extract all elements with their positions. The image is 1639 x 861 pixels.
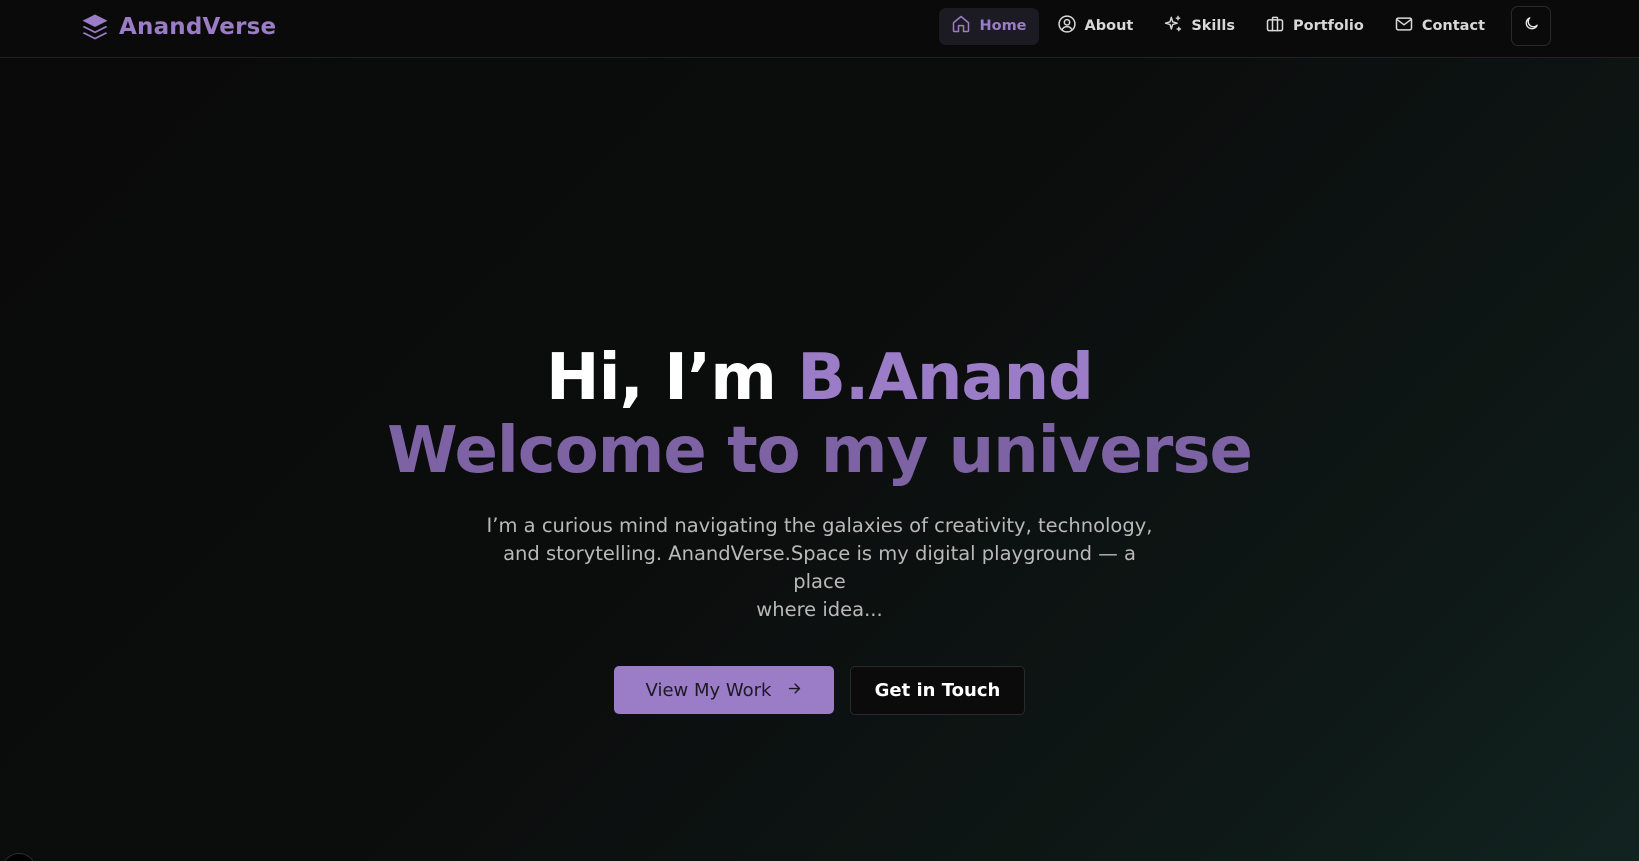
briefcase-icon [1265, 14, 1285, 38]
moon-icon [1523, 15, 1540, 37]
get-in-touch-button[interactable]: Get in Touch [850, 666, 1025, 715]
hero-description: I’m a curious mind navigating the galaxi… [480, 512, 1160, 624]
nav-item-home[interactable]: Home [939, 7, 1039, 45]
view-my-work-label: View My Work [645, 679, 772, 701]
nav-label-contact: Contact [1421, 18, 1485, 34]
arrow-right-icon [787, 680, 802, 701]
home-icon [951, 14, 971, 38]
nav-label-about: About [1084, 18, 1134, 34]
brand-logo-link[interactable]: AnandVerse [80, 12, 276, 42]
view-my-work-button[interactable]: View My Work [614, 666, 834, 714]
hero-description-line: I’m a curious mind navigating the galaxi… [486, 514, 1153, 537]
hero-description-line: and storytelling. AnandVerse.Space is my… [503, 542, 1136, 593]
mail-icon [1394, 14, 1414, 38]
hero-tagline: Welcome to my universe [387, 414, 1253, 488]
nav-item-about[interactable]: About [1045, 8, 1146, 45]
floating-action-button[interactable] [2, 853, 36, 861]
hero-section: Hi, I’m B.Anand Welcome to my universe I… [0, 340, 1639, 715]
page: AnandVerse Home About Skills Portfolio C… [0, 0, 1639, 861]
main-nav: Home About Skills Portfolio Contact [939, 6, 1551, 46]
user-circle-icon [1057, 14, 1077, 38]
hero-greeting: Hi, I’m B.Anand [0, 340, 1639, 416]
nav-label-portfolio: Portfolio [1292, 18, 1364, 34]
nav-label-home: Home [979, 18, 1027, 34]
site-header: AnandVerse Home About Skills Portfolio C… [0, 0, 1639, 58]
hero-greeting-prefix: Hi, I’m [546, 341, 798, 415]
hero-description-line: where idea... [756, 598, 883, 621]
nav-label-skills: Skills [1191, 18, 1235, 34]
nav-item-contact[interactable]: Contact [1382, 8, 1497, 45]
layers-icon [80, 12, 110, 42]
get-in-touch-label: Get in Touch [874, 680, 1001, 701]
nav-item-skills[interactable]: Skills [1151, 8, 1247, 45]
sparkles-icon [1163, 14, 1183, 38]
hero-name: B.Anand [797, 341, 1094, 415]
brand-name: AnandVerse [119, 14, 277, 40]
theme-toggle-button[interactable] [1511, 6, 1551, 46]
hero-actions: View My Work Get in Touch [0, 666, 1639, 715]
nav-item-portfolio[interactable]: Portfolio [1253, 8, 1376, 45]
